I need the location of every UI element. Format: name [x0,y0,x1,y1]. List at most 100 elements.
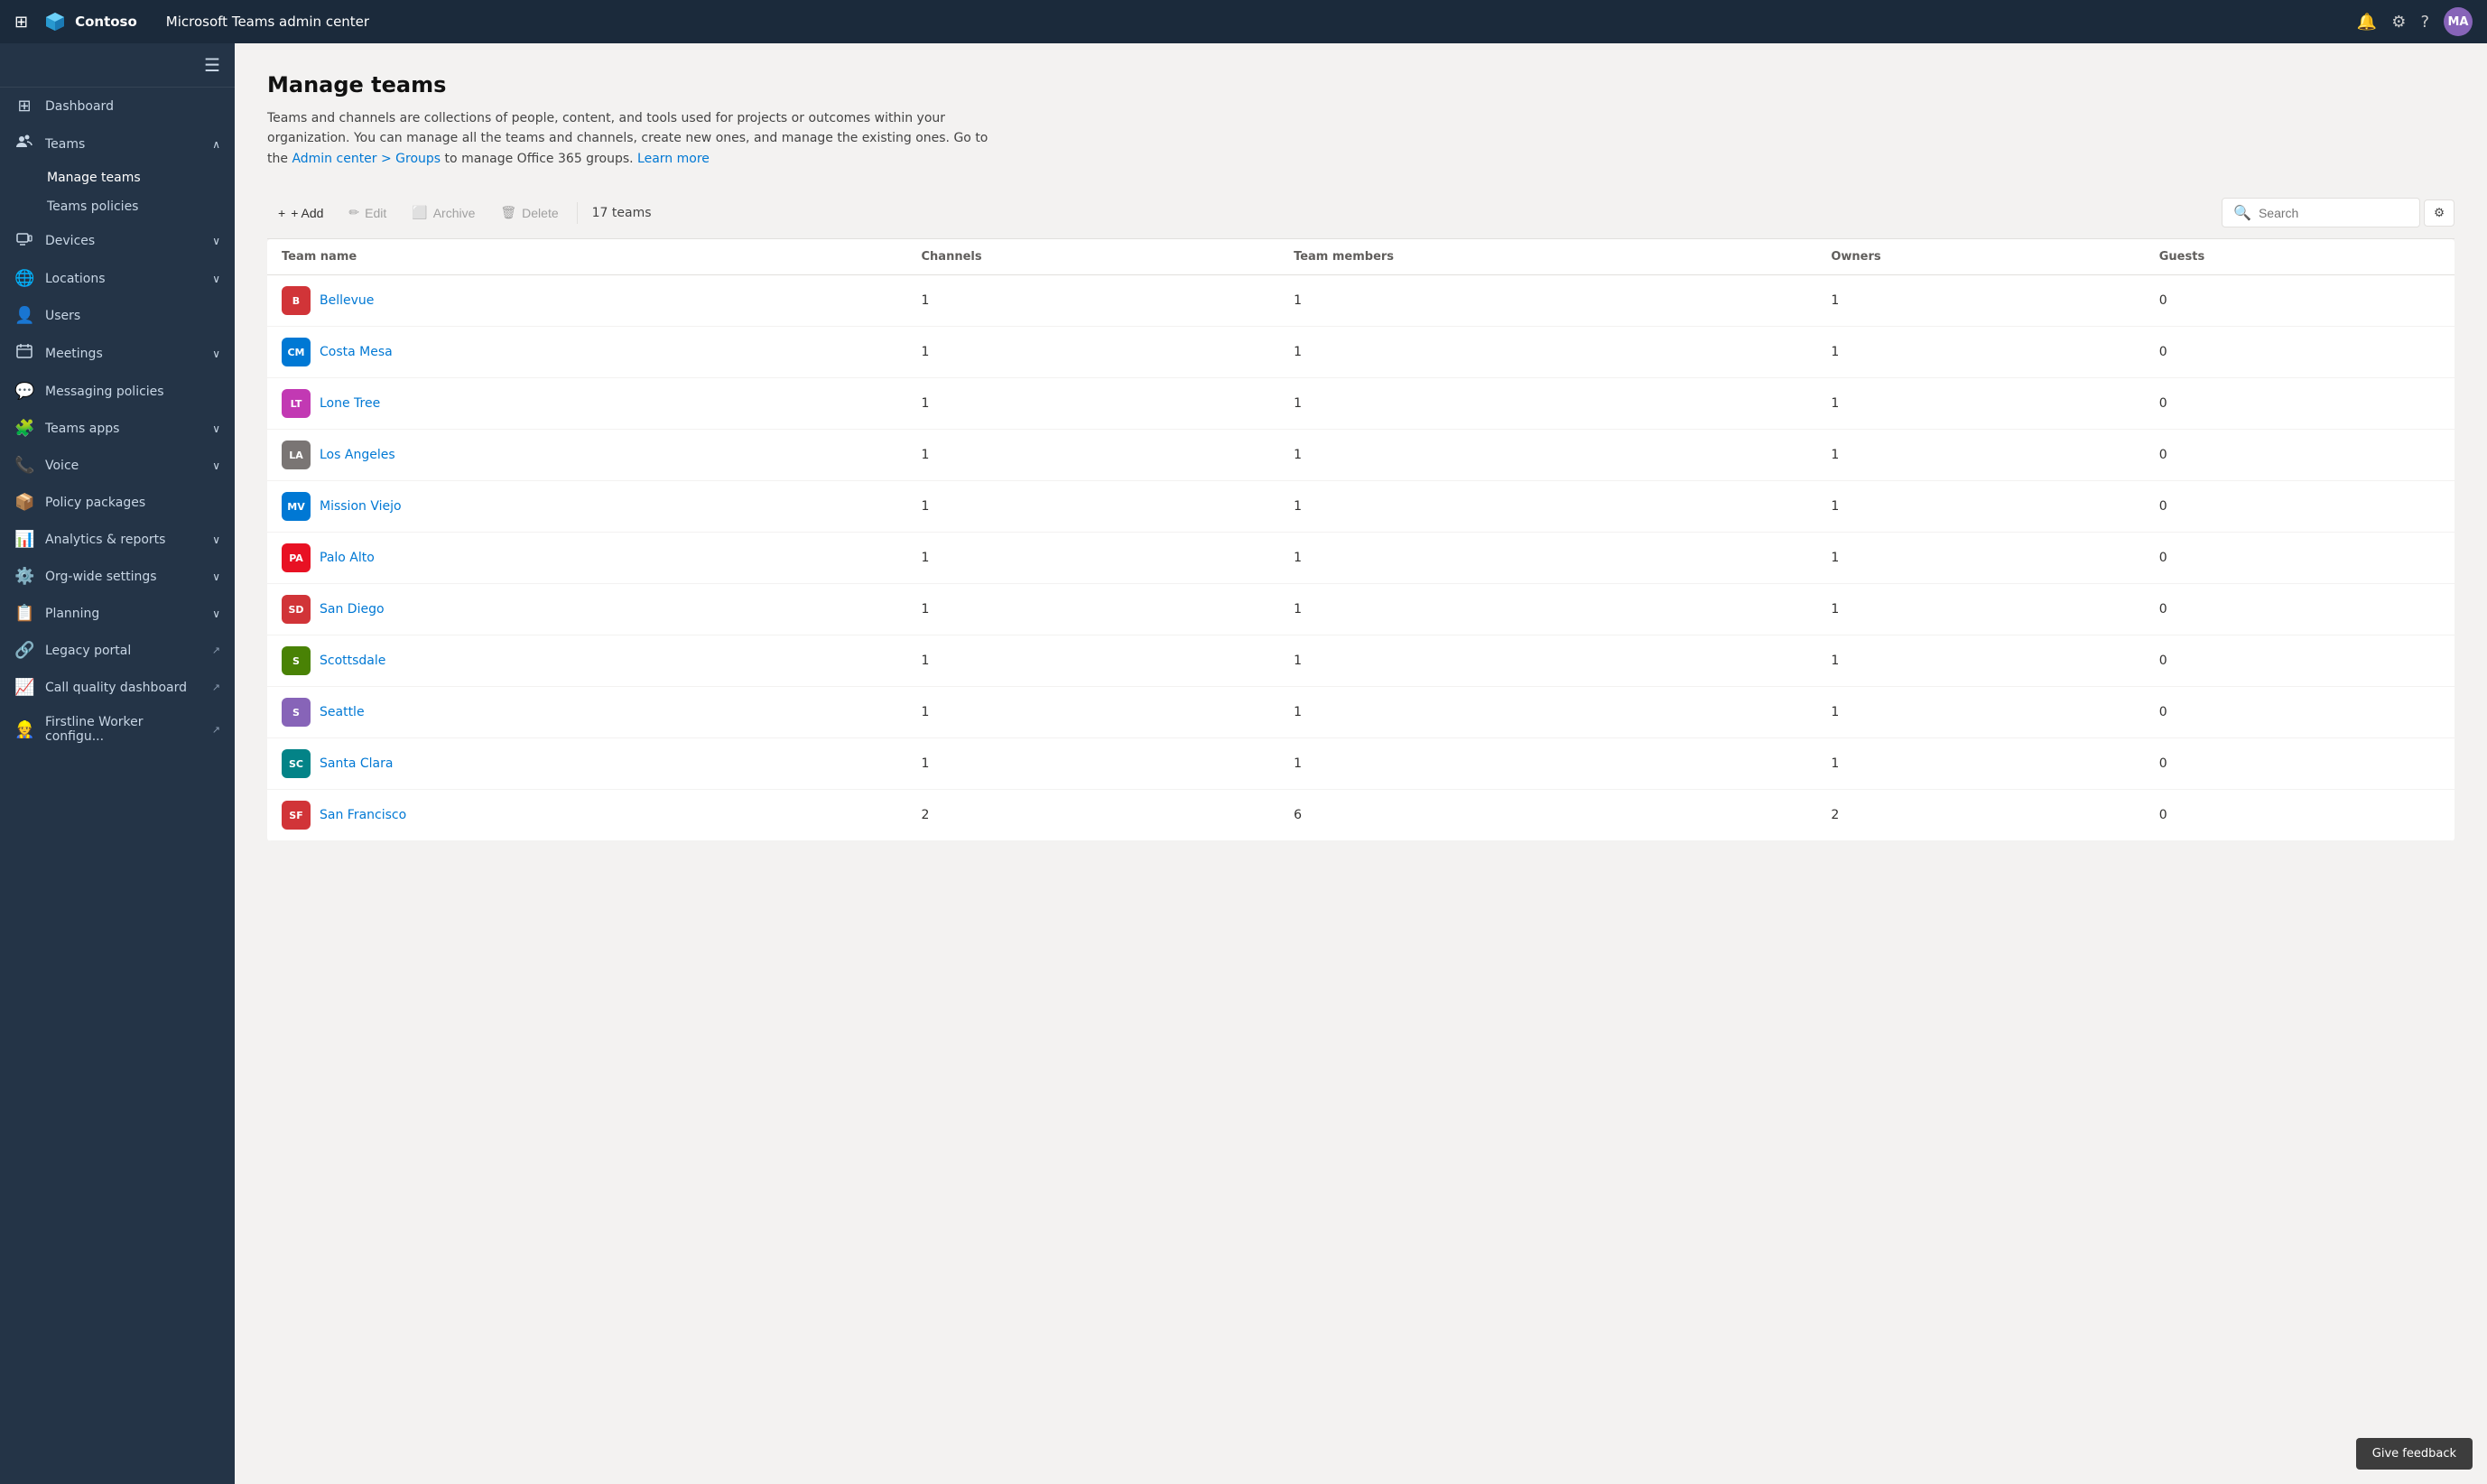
sidebar-item-devices[interactable]: Devices ∨ [0,221,235,260]
grid-icon[interactable]: ⊞ [14,13,28,32]
teams-apps-label: Teams apps [45,422,201,436]
team-channels: 1 [907,378,1280,430]
sidebar-item-firstline[interactable]: 👷 Firstline Worker configu... ↗ [0,706,235,753]
delete-label: Delete [522,206,558,220]
sidebar-item-call-quality[interactable]: 📈 Call quality dashboard ↗ [0,669,235,706]
devices-icon [14,230,34,251]
help-icon[interactable]: ? [2420,13,2429,32]
team-name-link[interactable]: Scottsdale [320,654,385,668]
settings-icon[interactable]: ⚙ [2391,13,2406,32]
search-box[interactable]: 🔍 [2222,198,2420,227]
call-quality-label: Call quality dashboard [45,681,198,695]
table-row[interactable]: S Seattle 1 1 1 0 [267,687,2455,738]
admin-center-link[interactable]: Admin center > Groups [292,152,441,166]
voice-label: Voice [45,459,201,473]
table-row[interactable]: PA Palo Alto 1 1 1 0 [267,533,2455,584]
logo[interactable]: Contoso [42,9,137,34]
sidebar-item-legacy-portal[interactable]: 🔗 Legacy portal ↗ [0,632,235,669]
notification-icon[interactable]: 🔔 [2357,13,2377,32]
edit-button[interactable]: ✏ Edit [338,199,397,226]
team-owners: 1 [1816,275,2144,327]
toolbar-separator [577,202,578,224]
column-settings-button[interactable]: ⚙ [2424,199,2455,227]
dashboard-icon: ⊞ [14,97,34,116]
call-quality-external-icon: ↗ [212,682,220,693]
legacy-icon: 🔗 [14,641,34,660]
table-row[interactable]: SD San Diego 1 1 1 0 [267,584,2455,635]
team-name-link[interactable]: Costa Mesa [320,345,393,359]
table-row[interactable]: LT Lone Tree 1 1 1 0 [267,378,2455,430]
team-name-link[interactable]: Los Angeles [320,448,395,462]
team-avatar: SD [282,595,311,624]
hamburger-icon[interactable]: ☰ [204,54,220,76]
sidebar-item-meetings[interactable]: Meetings ∨ [0,334,235,373]
learn-more-link[interactable]: Learn more [637,152,710,166]
table-row[interactable]: SC Santa Clara 1 1 1 0 [267,738,2455,790]
team-name-link[interactable]: Mission Viejo [320,499,402,514]
team-owners: 1 [1816,533,2144,584]
team-name-cell: LA Los Angeles [267,430,907,480]
team-name-link[interactable]: San Diego [320,602,385,617]
team-channels: 1 [907,687,1280,738]
topbar-actions: 🔔 ⚙ ? MA [2357,7,2473,36]
sidebar: ☰ ⊞ Dashboard Teams ∧ Manage teams Teams… [0,43,235,1484]
team-name-link[interactable]: San Francisco [320,808,406,822]
col-guests: Guests [2145,239,2455,275]
sidebar-item-locations[interactable]: 🌐 Locations ∨ [0,260,235,297]
legacy-portal-label: Legacy portal [45,644,198,658]
locations-chevron: ∨ [212,273,220,285]
sidebar-item-teams-apps[interactable]: 🧩 Teams apps ∨ [0,410,235,447]
sidebar-item-org-settings[interactable]: ⚙️ Org-wide settings ∨ [0,558,235,595]
sidebar-item-voice[interactable]: 📞 Voice ∨ [0,447,235,484]
table-header: Team name Channels Team members Owners G… [267,239,2455,275]
table-row[interactable]: CM Costa Mesa 1 1 1 0 [267,327,2455,378]
team-name-link[interactable]: Palo Alto [320,551,375,565]
team-avatar: S [282,698,311,727]
team-members: 1 [1279,430,1816,481]
team-name-cell: SF San Francisco [267,790,907,840]
page-description: Teams and channels are collections of pe… [267,108,989,169]
team-owners: 1 [1816,738,2144,790]
team-name-link[interactable]: Seattle [320,705,365,719]
sidebar-item-dashboard[interactable]: ⊞ Dashboard [0,88,235,125]
sidebar-item-messaging-policies[interactable]: 💬 Messaging policies [0,373,235,410]
search-input[interactable] [2259,206,2403,220]
teams-data-table: Team name Channels Team members Owners G… [267,239,2455,841]
team-owners: 1 [1816,378,2144,430]
delete-button[interactable]: 🗑 Delete [489,199,569,226]
call-quality-icon: 📈 [14,678,34,697]
table-row[interactable]: S Scottsdale 1 1 1 0 [267,635,2455,687]
team-avatar: SF [282,801,311,830]
team-name-link[interactable]: Santa Clara [320,756,393,771]
locations-label: Locations [45,272,201,286]
add-button[interactable]: + + Add [267,200,334,226]
teams-label: Teams [45,137,201,152]
team-name-link[interactable]: Lone Tree [320,396,380,411]
team-name-link[interactable]: Bellevue [320,293,374,308]
sidebar-item-planning[interactable]: 📋 Planning ∨ [0,595,235,632]
give-feedback-button[interactable]: Give feedback [2356,1438,2473,1470]
team-owners: 1 [1816,430,2144,481]
sidebar-item-policy-packages[interactable]: 📦 Policy packages [0,484,235,521]
team-avatar: S [282,646,311,675]
table-row[interactable]: SF San Francisco 2 6 2 0 [267,790,2455,841]
org-settings-label: Org-wide settings [45,570,201,584]
table-row[interactable]: LA Los Angeles 1 1 1 0 [267,430,2455,481]
app-name: Contoso [75,14,137,30]
sidebar-item-teams[interactable]: Teams ∧ [0,125,235,163]
sidebar-subitem-teams-policies[interactable]: Teams policies [0,192,235,221]
sidebar-item-analytics[interactable]: 📊 Analytics & reports ∨ [0,521,235,558]
avatar[interactable]: MA [2444,7,2473,36]
table-row[interactable]: B Bellevue 1 1 1 0 [267,275,2455,327]
team-guests: 0 [2145,687,2455,738]
team-name-cell: B Bellevue [267,275,907,326]
sidebar-item-users[interactable]: 👤 Users [0,297,235,334]
team-name-cell: MV Mission Viejo [267,481,907,532]
sidebar-subitem-manage-teams[interactable]: Manage teams [0,163,235,192]
team-members: 1 [1279,584,1816,635]
team-channels: 1 [907,738,1280,790]
table-row[interactable]: MV Mission Viejo 1 1 1 0 [267,481,2455,533]
archive-button[interactable]: ⬜ Archive [401,199,486,226]
devices-chevron: ∨ [212,235,220,247]
give-feedback-label: Give feedback [2372,1447,2456,1461]
